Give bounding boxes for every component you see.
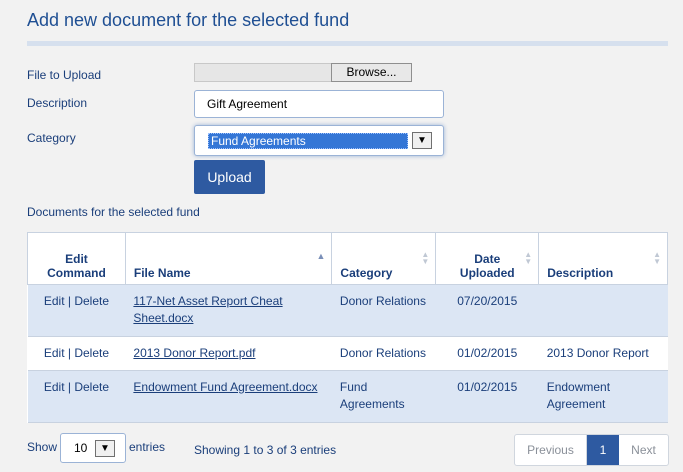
column-header-file-name[interactable]: File Name ▲ xyxy=(124,232,333,285)
column-header-edit-command[interactable]: Edit Command xyxy=(27,232,126,285)
entries-label: entries xyxy=(129,440,166,454)
category-cell: Fund Agreements xyxy=(331,370,436,423)
file-name-cell: Endowment Fund Agreement.docx xyxy=(125,370,332,423)
category-cell: Donor Relations xyxy=(331,284,436,337)
date-cell: 01/02/2015 xyxy=(435,336,539,371)
header-description-label: Description xyxy=(547,266,614,280)
next-button[interactable]: Next xyxy=(619,435,668,465)
file-name-cell: 2013 Donor Report.pdf xyxy=(125,336,332,371)
edit-command-cell: Edit | Delete xyxy=(27,284,126,337)
table-header-row: Edit Command File Name ▲ Category ▲ ▼ Dat… xyxy=(27,232,668,285)
category-select[interactable]: Fund Agreements ▼ xyxy=(194,125,444,156)
column-header-date-uploaded[interactable]: Date Uploaded ▲ ▼ xyxy=(435,232,540,285)
file-link[interactable]: Endowment Fund Agreement.docx xyxy=(133,380,317,394)
header-edit-line1: Edit xyxy=(65,252,88,266)
page-title: Add new document for the selected fund xyxy=(27,10,350,30)
edit-command-cell: Edit | Delete xyxy=(27,336,126,371)
description-label: Description xyxy=(27,96,88,110)
file-name-cell: 117-Net Asset Report Cheat Sheet.docx xyxy=(125,284,332,337)
category-selected-value: Fund Agreements xyxy=(208,133,408,149)
description-cell: 2013 Donor Report xyxy=(538,336,668,371)
description-cell xyxy=(538,284,668,337)
category-label: Category xyxy=(27,131,76,145)
description-input[interactable]: Gift Agreement xyxy=(194,90,444,118)
browse-button[interactable]: Browse... xyxy=(331,63,412,82)
delete-link[interactable]: Delete xyxy=(74,346,109,360)
chevron-down-icon[interactable]: ▼ xyxy=(412,132,432,149)
file-link[interactable]: 117-Net Asset Report Cheat Sheet.docx xyxy=(133,294,282,325)
edit-link[interactable]: Edit xyxy=(44,294,65,308)
date-cell: 01/02/2015 xyxy=(435,370,539,423)
documents-table: Edit Command File Name ▲ Category ▲ ▼ Dat… xyxy=(27,232,668,423)
header-date-line1: Date xyxy=(474,252,501,266)
column-header-category[interactable]: Category ▲ ▼ xyxy=(331,232,437,285)
header-date-line2: Uploaded xyxy=(459,266,515,280)
upload-button[interactable]: Upload xyxy=(194,160,265,194)
delete-link[interactable]: Delete xyxy=(74,294,109,308)
table-row: Edit | Delete 117-Net Asset Report Cheat… xyxy=(27,284,668,337)
table-info: Showing 1 to 3 of 3 entries xyxy=(194,443,337,457)
sort-ascending-icon: ▲ xyxy=(316,251,326,261)
page-1-button[interactable]: 1 xyxy=(587,435,619,465)
file-link[interactable]: 2013 Donor Report.pdf xyxy=(133,346,255,360)
description-cell: Endowment Agreement xyxy=(538,370,668,423)
file-path-field[interactable] xyxy=(194,63,332,82)
delete-link[interactable]: Delete xyxy=(74,380,109,394)
documents-label: Documents for the selected fund xyxy=(27,205,200,219)
column-header-description[interactable]: Description ▲ ▼ xyxy=(538,232,668,285)
sort-both-icon: ▲ ▼ xyxy=(524,250,533,266)
table-row: Edit | Delete 2013 Donor Report.pdf Dono… xyxy=(27,336,668,371)
chevron-down-icon[interactable]: ▼ xyxy=(95,440,115,457)
header-edit-line2: Command xyxy=(47,266,106,280)
edit-link[interactable]: Edit xyxy=(44,346,65,360)
page-length-value: 10 xyxy=(74,441,88,455)
pagination: Previous 1 Next xyxy=(514,434,669,466)
sort-both-icon: ▲ ▼ xyxy=(421,250,430,266)
edit-command-cell: Edit | Delete xyxy=(27,370,126,423)
header-file-name-label: File Name xyxy=(133,266,191,280)
date-cell: 07/20/2015 xyxy=(435,284,539,337)
sort-both-icon: ▲ ▼ xyxy=(653,250,661,266)
title-divider xyxy=(27,41,668,46)
header-category-label: Category xyxy=(340,266,393,280)
edit-link[interactable]: Edit xyxy=(44,380,65,394)
show-label: Show xyxy=(27,440,58,454)
file-upload-label: File to Upload xyxy=(27,68,102,82)
category-cell: Donor Relations xyxy=(331,336,436,371)
table-row: Edit | Delete Endowment Fund Agreement.d… xyxy=(27,370,668,423)
previous-button[interactable]: Previous xyxy=(515,435,587,465)
page-length-select[interactable]: 10 ▼ xyxy=(60,433,126,463)
